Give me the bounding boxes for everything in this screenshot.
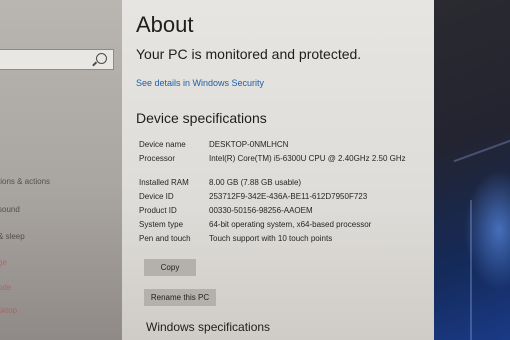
logo-pane-edge bbox=[470, 200, 472, 340]
spec-value: Touch support with 10 touch points bbox=[209, 234, 333, 243]
page-title: About bbox=[136, 12, 194, 37]
spec-row-processor: Processor Intel(R) Core(TM) i5-6300U CPU… bbox=[139, 154, 429, 178]
protection-status: Your PC is monitored and protected. bbox=[136, 46, 362, 62]
spec-row-installed-ram: Installed RAM 8.00 GB (7.88 GB usable) bbox=[139, 178, 429, 192]
settings-sidebar: tions & actions sound & sleep ge ode skt… bbox=[0, 0, 122, 340]
spec-label: System type bbox=[139, 220, 184, 229]
spec-value: 253712F9-342E-436A-BE11-612D7950F723 bbox=[209, 192, 368, 201]
spec-value: 8.00 GB (7.88 GB usable) bbox=[209, 178, 302, 187]
spec-label: Processor bbox=[139, 154, 176, 163]
spec-value: DESKTOP-0NMLHCN bbox=[209, 140, 289, 149]
windows-security-link[interactable]: See details in Windows Security bbox=[136, 78, 264, 88]
spec-row-system-type: System type 64-bit operating system, x64… bbox=[139, 220, 429, 234]
spec-label: Pen and touch bbox=[139, 234, 191, 243]
sidebar-item-notifications[interactable]: tions & actions bbox=[0, 177, 50, 186]
rename-pc-button[interactable]: Rename this PC bbox=[144, 289, 216, 306]
spec-label: Device ID bbox=[139, 192, 174, 201]
spec-row-device-id: Device ID 253712F9-342E-436A-BE11-612D79… bbox=[139, 192, 429, 206]
device-specifications-heading: Device specifications bbox=[136, 110, 267, 126]
windows-specifications-heading: Windows specifications bbox=[146, 320, 271, 334]
desktop-background bbox=[434, 0, 510, 340]
spec-label: Device name bbox=[139, 140, 186, 149]
device-specs-list: Device name DESKTOP-0NMLHCN Processor In… bbox=[139, 140, 429, 248]
spec-row-pen-and-touch: Pen and touch Touch support with 10 touc… bbox=[139, 234, 429, 248]
spec-row-product-id: Product ID 00330-50156-98256-AAOEM bbox=[139, 206, 429, 220]
search-icon[interactable] bbox=[96, 53, 107, 64]
spec-label: Product ID bbox=[139, 206, 177, 215]
spec-value: Intel(R) Core(TM) i5-6300U CPU @ 2.40GHz… bbox=[209, 154, 406, 163]
spec-row-device-name: Device name DESKTOP-0NMLHCN bbox=[139, 140, 429, 154]
spec-value: 64-bit operating system, x64-based proce… bbox=[209, 220, 372, 229]
sidebar-item-desktop[interactable]: sktop bbox=[0, 306, 17, 315]
about-pane: About Your PC is monitored and protected… bbox=[122, 0, 434, 340]
logo-pane-edge bbox=[453, 139, 510, 163]
search-input[interactable] bbox=[0, 49, 114, 70]
sidebar-item-storage[interactable]: ge bbox=[0, 258, 7, 267]
spec-label: Installed RAM bbox=[139, 178, 189, 187]
sidebar-item-tablet-mode[interactable]: ode bbox=[0, 283, 11, 292]
spec-value: 00330-50156-98256-AAOEM bbox=[209, 206, 313, 215]
sidebar-item-power-sleep[interactable]: & sleep bbox=[0, 232, 25, 241]
copy-button[interactable]: Copy bbox=[144, 259, 196, 276]
sidebar-item-sound[interactable]: sound bbox=[0, 205, 20, 214]
